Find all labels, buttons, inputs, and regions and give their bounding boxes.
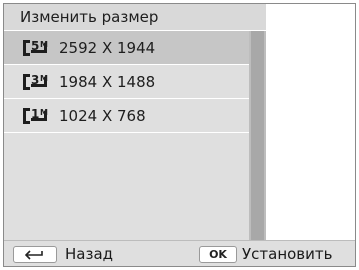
preview-area — [266, 4, 355, 240]
back-button[interactable] — [13, 246, 57, 263]
option-2592x1944[interactable]: 5 M 2592 X 1944 — [4, 31, 249, 65]
option-label: 1024 X 768 — [59, 107, 146, 125]
size-options-list: 5 M 2592 X 1944 3 M 1984 X 1488 1 M 1024… — [4, 31, 249, 133]
page-title: Изменить размер — [20, 8, 159, 26]
scrollbar-thumb[interactable] — [251, 31, 264, 240]
back-label: Назад — [65, 245, 114, 263]
option-label: 1984 X 1488 — [59, 73, 156, 91]
button-bar: Назад OK Установить — [4, 240, 355, 266]
option-1984x1488[interactable]: 3 M 1984 X 1488 — [4, 65, 249, 99]
return-arrow-icon — [25, 250, 43, 260]
option-1024x768[interactable]: 1 M 1024 X 768 — [4, 99, 249, 133]
3m-resolution-icon: 3 M — [21, 72, 57, 92]
ok-button[interactable]: OK — [199, 246, 237, 263]
menu-panel: Изменить размер 5 M 2592 X 1944 3 M 1984… — [4, 4, 266, 240]
option-label: 2592 X 1944 — [59, 39, 156, 57]
1m-resolution-icon: 1 M — [21, 106, 57, 126]
title-bar: Изменить размер — [4, 4, 266, 31]
5m-resolution-icon: 5 M — [21, 38, 57, 58]
resize-dialog: Изменить размер 5 M 2592 X 1944 3 M 1984… — [3, 3, 356, 267]
set-label: Установить — [242, 245, 333, 263]
